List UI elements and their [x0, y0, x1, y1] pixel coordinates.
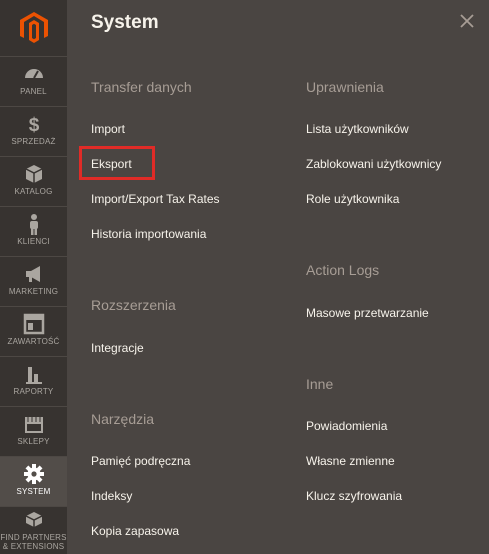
sidebar-item-stores[interactable]: SKLEPY: [0, 406, 67, 456]
section-title-action-logs: Action Logs: [306, 262, 380, 278]
menu-link-locked-users[interactable]: Zablokowani użytkownicy: [306, 157, 441, 171]
sidebar-item-partners[interactable]: FIND PARTNERS & EXTENSIONS: [0, 506, 67, 554]
menu-link-indexes[interactable]: Indeksy: [91, 489, 132, 503]
sidebar-item-content[interactable]: ZAWARTOŚĆ: [0, 306, 67, 356]
system-menu-panel: System Transfer danych Import Eksport Im…: [67, 0, 489, 554]
sidebar-item-panel[interactable]: PANEL: [0, 56, 67, 106]
store-icon: [24, 417, 43, 433]
sidebar-item-label: MARKETING: [8, 287, 59, 296]
section-title-extensions: Rozszerzenia: [91, 297, 176, 313]
cubes-icon: [25, 512, 42, 527]
menu-link-custom-variables[interactable]: Własne zmienne: [306, 454, 395, 468]
dollar-icon: $: [28, 115, 39, 135]
person-icon: [29, 214, 38, 235]
menu-link-user-roles[interactable]: Role użytkownika: [306, 192, 399, 206]
panel-title: System: [91, 12, 159, 33]
bar-chart-icon: [25, 367, 42, 384]
sidebar-item-label: KLIENCI: [17, 237, 50, 246]
menu-link-backup[interactable]: Kopia zapasowa: [91, 524, 179, 538]
box-icon: [25, 165, 42, 183]
sidebar-item-reports[interactable]: RAPORTY: [0, 356, 67, 406]
sidebar-item-label: SKLEPY: [17, 437, 50, 446]
section-title-data-transfer: Transfer danych: [91, 79, 192, 95]
sidebar-item-system[interactable]: SYSTEM: [0, 456, 67, 506]
dashboard-icon: [24, 69, 43, 79]
sidebar-item-marketing[interactable]: MARKETING: [0, 256, 67, 306]
sidebar-item-sales[interactable]: $ SPRZEDAŻ: [0, 106, 67, 156]
menu-link-integrations[interactable]: Integracje: [91, 341, 144, 355]
magento-logo[interactable]: [0, 0, 67, 56]
close-icon[interactable]: [459, 13, 475, 29]
menu-link-import[interactable]: Import: [91, 122, 125, 136]
export-highlight-box: [79, 146, 155, 180]
sidebar-item-label: FIND PARTNERS & EXTENSIONS: [0, 533, 67, 551]
menu-link-bulk-actions[interactable]: Masowe przetwarzanie: [306, 306, 429, 320]
gear-icon: [23, 464, 44, 484]
megaphone-icon: [25, 266, 40, 282]
menu-link-notifications[interactable]: Powiadomienia: [306, 419, 387, 433]
menu-link-cache[interactable]: Pamięć podręczna: [91, 454, 190, 468]
layout-icon: [23, 313, 44, 335]
menu-link-import-history[interactable]: Historia importowania: [91, 227, 206, 241]
sidebar-item-label: SPRZEDAŻ: [11, 137, 56, 146]
section-title-other: Inne: [306, 376, 334, 392]
magento-logo-icon: [19, 12, 48, 43]
sidebar-item-label: PANEL: [20, 87, 47, 96]
menu-link-encryption-key[interactable]: Klucz szyfrowania: [306, 489, 402, 503]
sidebar-item-customers[interactable]: KLIENCI: [0, 206, 67, 256]
section-title-tools: Narzędzia: [91, 411, 155, 427]
sidebar-item-label: ZAWARTOŚĆ: [7, 337, 60, 346]
sidebar-item-catalog[interactable]: KATALOG: [0, 156, 67, 206]
sidebar-item-label: SYSTEM: [16, 487, 51, 496]
sidebar-item-label: KATALOG: [14, 187, 53, 196]
admin-sidebar: PANEL $ SPRZEDAŻ KATALOG KLIENCI MARKETI…: [0, 0, 67, 554]
svg-text:$: $: [28, 115, 39, 135]
sidebar-item-label: RAPORTY: [13, 387, 54, 396]
menu-link-all-users[interactable]: Lista użytkowników: [306, 122, 409, 136]
menu-link-import-export-tax-rates[interactable]: Import/Export Tax Rates: [91, 192, 220, 206]
section-title-permissions: Uprawnienia: [306, 79, 384, 95]
